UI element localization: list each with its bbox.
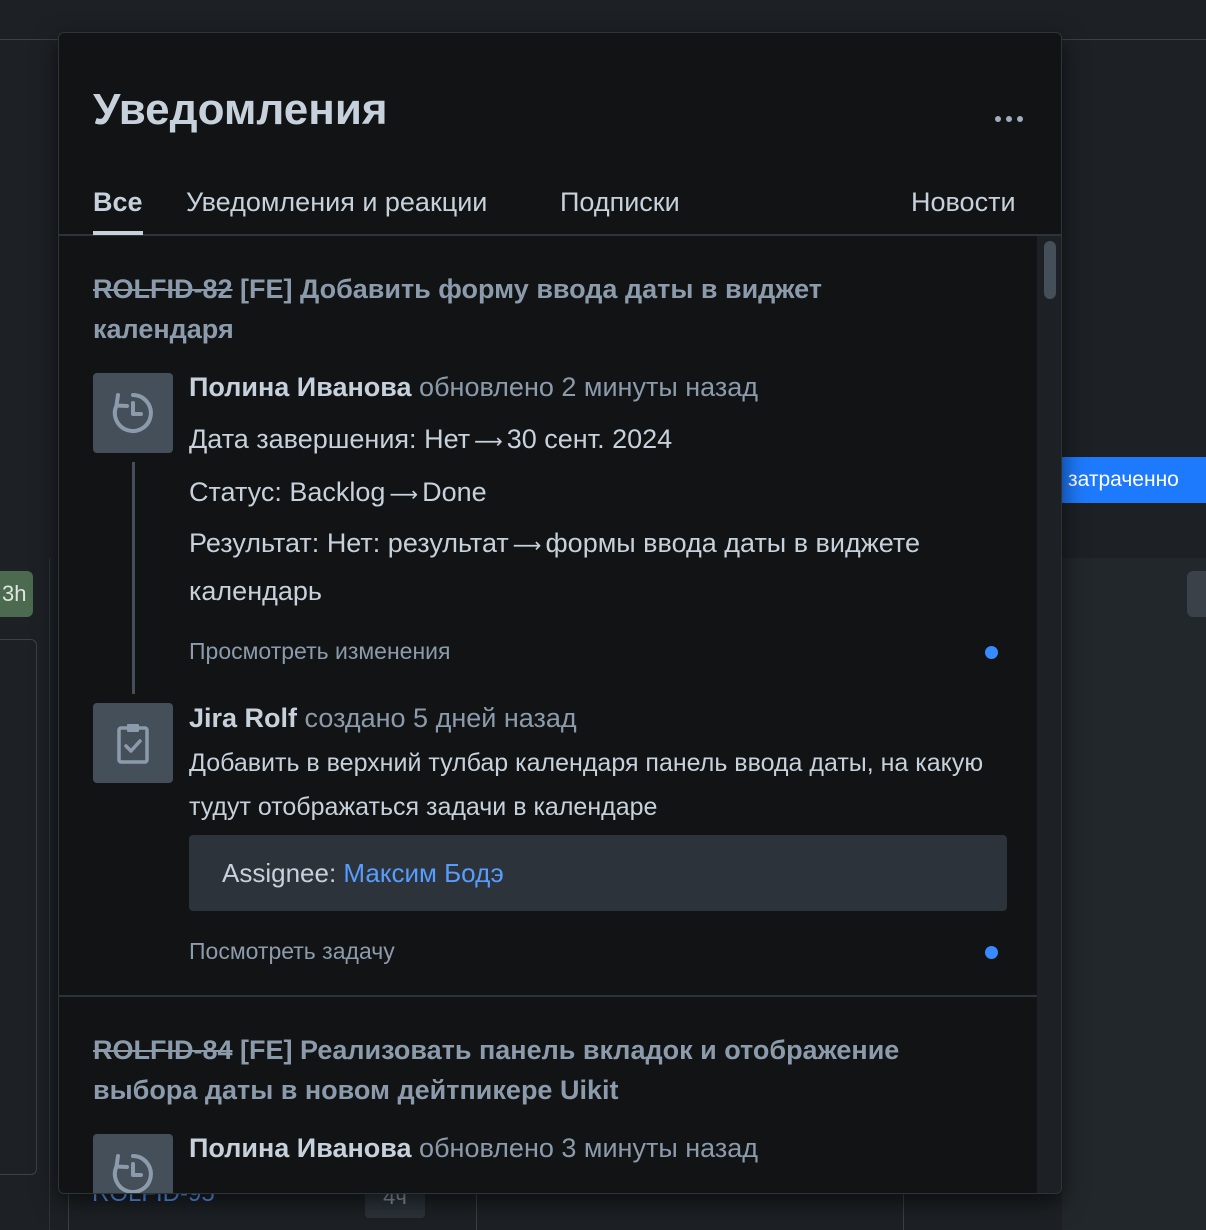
change-row: Результат: Нет: результат ⟶ формы ввода да… — [189, 521, 989, 614]
history-icon — [112, 1154, 153, 1193]
tab-news[interactable]: Новости — [911, 187, 1016, 218]
view-changes-link[interactable]: Просмотреть изменения — [189, 638, 450, 665]
change-from: Нет — [424, 424, 471, 454]
notification-meta: создано 5 дней назад — [304, 703, 577, 733]
more-options-button[interactable] — [991, 101, 1027, 137]
assignee-name-link[interactable]: Максим Бодэ — [343, 858, 503, 888]
issue-title[interactable]: ROLFID-84 [FE] Реализовать панель вкладо… — [93, 1030, 953, 1110]
update-avatar — [93, 373, 173, 453]
clipboard-check-icon — [117, 724, 149, 764]
time-spent-chip[interactable]: затраченно — [1062, 457, 1206, 503]
column-divider — [68, 1190, 69, 1230]
group-divider — [59, 995, 1037, 997]
notifications-list[interactable]: ROLFID-82 [FE] Добавить форму ввода даты… — [59, 236, 1037, 1193]
assignee-field: Assignee: Максим Бодэ — [189, 835, 1007, 911]
history-icon — [112, 393, 153, 433]
change-row: Дата завершения: Нет ⟶ 30 сент. 2024 — [189, 424, 672, 455]
unread-indicator[interactable] — [985, 946, 998, 959]
issue-key: ROLFID-82 — [93, 274, 233, 304]
panel-title: Уведомления — [93, 85, 388, 134]
author-name[interactable]: Полина Иванова — [189, 372, 412, 402]
change-field: Статус: — [189, 477, 282, 507]
tab-mentions-reactions[interactable]: Уведомления и реакции — [186, 187, 487, 218]
author-name[interactable]: Полина Иванова — [189, 1133, 412, 1163]
assignee-label: Assignee: — [222, 858, 337, 888]
issue-description: Добавить в верхний тулбар календаря пане… — [189, 749, 984, 821]
issue-key: ROLFID-84 — [93, 1035, 233, 1065]
column-divider — [476, 1190, 477, 1230]
notification-header: Полина Иванова обновлено 3 минуты назад — [189, 1133, 758, 1164]
board-card-left — [0, 639, 37, 1175]
notification-meta: обновлено 2 минуты назад — [419, 372, 758, 402]
thread-connector — [132, 462, 135, 694]
arrow-right-icon: ⟶ — [389, 484, 419, 506]
column-divider — [903, 1190, 904, 1230]
author-name[interactable]: Jira Rolf — [189, 703, 297, 733]
notification-header: Jira Rolf создано 5 дней назад — [189, 703, 577, 734]
notifications-panel: Уведомления Все Уведомления и реакции По… — [58, 32, 1062, 1194]
update-avatar — [93, 1134, 173, 1193]
arrow-right-icon: ⟶ — [474, 431, 503, 453]
change-to: Done — [422, 477, 487, 507]
more-dot-icon — [1006, 116, 1012, 122]
creation-avatar — [93, 703, 173, 783]
more-dot-icon — [995, 116, 1001, 122]
issue-title[interactable]: ROLFID-82 [FE] Добавить форму ввода даты… — [93, 269, 953, 349]
scrollbar-track[interactable] — [1037, 236, 1061, 1193]
unread-indicator[interactable] — [985, 646, 998, 659]
notification-tabs: Все Уведомления и реакции Подписки Новос… — [59, 183, 1061, 236]
view-issue-link[interactable]: Посмотреть задачу — [189, 938, 395, 965]
notification-meta: обновлено 3 минуты назад — [419, 1133, 758, 1163]
change-from: Нет: результат — [326, 528, 509, 558]
arrow-right-icon: ⟶ — [512, 535, 542, 557]
scrollbar-thumb[interactable] — [1044, 241, 1056, 299]
change-field: Дата завершения: — [189, 424, 417, 454]
board-chip-right — [1187, 571, 1206, 617]
notification-header: Полина Иванова обновлено 2 минуты назад — [189, 372, 758, 403]
board-column-right — [1062, 558, 1206, 1230]
tab-subscriptions[interactable]: Подписки — [560, 187, 680, 218]
time-badge: 3h — [0, 571, 33, 617]
change-to: 30 сент. 2024 — [506, 424, 673, 454]
change-row: Статус: Backlog ⟶ Done — [189, 477, 487, 508]
tab-all[interactable]: Все — [93, 187, 143, 235]
change-from: Backlog — [289, 477, 386, 507]
more-dot-icon — [1017, 116, 1023, 122]
change-field: Результат: — [189, 528, 320, 558]
